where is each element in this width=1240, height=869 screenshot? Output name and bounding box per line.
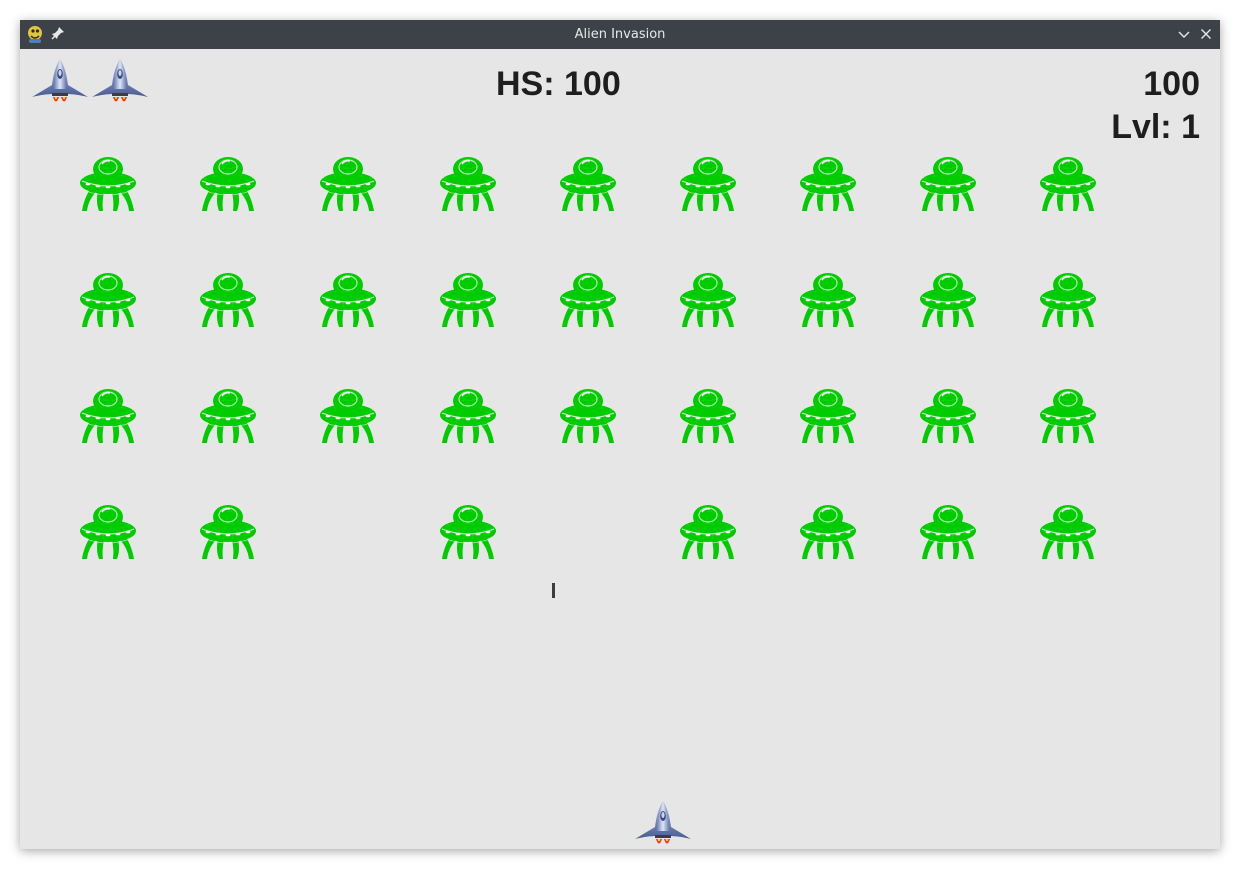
alien-ufo [1038, 387, 1098, 447]
alien-ufo [1038, 271, 1098, 331]
alien-ufo [678, 503, 738, 563]
alien-ufo [558, 387, 618, 447]
level-label: Lvl: 1 [1111, 108, 1200, 146]
alien-ufo [78, 271, 138, 331]
alien-ufo [318, 271, 378, 331]
alien-ufo [558, 271, 618, 331]
alien-ufo [798, 387, 858, 447]
alien-ufo [918, 503, 978, 563]
alien-ufo [798, 271, 858, 331]
alien-ufo [198, 503, 258, 563]
alien-ufo [678, 155, 738, 215]
alien-ufo [1038, 503, 1098, 563]
alien-ufo [678, 271, 738, 331]
ship-life-icon [30, 57, 90, 107]
alien-ufo [78, 155, 138, 215]
alien-ufo [318, 387, 378, 447]
alien-ufo [798, 503, 858, 563]
bullet [552, 583, 555, 598]
alien-ufo [438, 503, 498, 563]
alien-ufo [558, 155, 618, 215]
alien-ufo [438, 271, 498, 331]
score-label: 100 [1143, 65, 1200, 103]
minimize-chevron-icon[interactable] [1176, 26, 1192, 42]
alien-ufo [78, 503, 138, 563]
high-score-label: HS: 100 [496, 65, 621, 103]
alien-ufo [918, 271, 978, 331]
alien-ufo [1038, 155, 1098, 215]
title-bar[interactable]: Alien Invasion [20, 20, 1220, 49]
alien-ufo [198, 387, 258, 447]
alien-ufo [318, 155, 378, 215]
alien-ufo [438, 387, 498, 447]
game-window: Alien Invasion HS: 100 100 Lvl: 1 [20, 20, 1220, 849]
ship-life-icon [90, 57, 150, 107]
alien-ufo [918, 387, 978, 447]
alien-ufo [198, 155, 258, 215]
alien-ufo [678, 387, 738, 447]
player-ship [633, 799, 693, 849]
alien-ufo [78, 387, 138, 447]
window-title: Alien Invasion [574, 27, 666, 42]
alien-ufo [198, 271, 258, 331]
close-icon[interactable] [1198, 26, 1214, 42]
game-canvas[interactable]: HS: 100 100 Lvl: 1 [20, 49, 1220, 849]
alien-ufo [438, 155, 498, 215]
alien-ufo [798, 155, 858, 215]
alien-ufo [918, 155, 978, 215]
